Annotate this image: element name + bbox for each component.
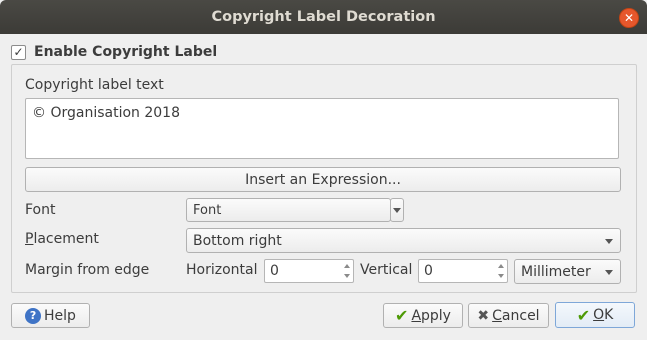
help-button-label: Help: [44, 307, 76, 324]
horizontal-label: Horizontal: [186, 262, 258, 278]
ok-button[interactable]: ✔ OK: [555, 302, 635, 328]
help-button[interactable]: ? Help: [11, 303, 90, 328]
copyright-text-area[interactable]: © Organisation 2018: [25, 98, 619, 159]
checkmark-icon: ✔: [576, 305, 591, 325]
vertical-margin-value: 0: [424, 263, 433, 279]
cancel-button-label: Cancel: [492, 307, 540, 324]
font-menu-button[interactable]: [390, 198, 404, 222]
chevron-down-icon: [605, 269, 613, 275]
enable-copyright-row[interactable]: ✓ Enable Copyright Label: [11, 43, 217, 61]
insert-expression-button[interactable]: Insert an Expression...: [25, 167, 621, 192]
dialog-window: Copyright Label Decoration ✕ ✓ Enable Co…: [0, 0, 647, 340]
ok-button-label: OK: [593, 307, 614, 323]
cancel-button[interactable]: ✖ Cancel: [468, 303, 549, 328]
font-button[interactable]: Font: [186, 198, 391, 222]
enable-copyright-label[interactable]: Enable Copyright Label: [34, 44, 217, 60]
placement-select[interactable]: Bottom right: [186, 228, 621, 253]
spin-down-icon[interactable]: [495, 271, 506, 281]
checkmark-icon: ✔: [395, 306, 409, 325]
title-bar: Copyright Label Decoration ✕: [0, 0, 647, 34]
spin-down-icon[interactable]: [341, 271, 352, 281]
help-icon: ?: [25, 307, 42, 324]
margin-label: Margin from edge: [25, 262, 150, 278]
vertical-margin-spinbox[interactable]: 0: [418, 259, 508, 283]
chevron-down-icon: [393, 208, 401, 213]
horizontal-margin-spinbox[interactable]: 0: [264, 259, 354, 283]
close-icon[interactable]: ✕: [619, 8, 639, 28]
copyright-text-label: Copyright label text: [25, 77, 164, 93]
spin-up-icon[interactable]: [495, 261, 506, 271]
chevron-down-icon: [605, 238, 613, 244]
vertical-label: Vertical: [360, 262, 413, 278]
horizontal-margin-value: 0: [270, 263, 279, 279]
apply-button[interactable]: ✔ Apply: [383, 303, 463, 328]
enable-copyright-checkbox[interactable]: ✓: [11, 44, 26, 60]
placement-label: Placement: [25, 231, 99, 247]
placement-value: Bottom right: [193, 232, 282, 249]
font-label: Font: [25, 202, 56, 218]
cross-icon: ✖: [477, 307, 490, 324]
margin-unit-select[interactable]: Millimeter: [514, 259, 621, 284]
spin-up-icon[interactable]: [341, 261, 352, 271]
apply-button-label: Apply: [411, 307, 451, 324]
font-button-label: Font: [193, 202, 222, 218]
window-title: Copyright Label Decoration: [211, 9, 436, 25]
margin-unit-value: Millimeter: [521, 263, 591, 280]
